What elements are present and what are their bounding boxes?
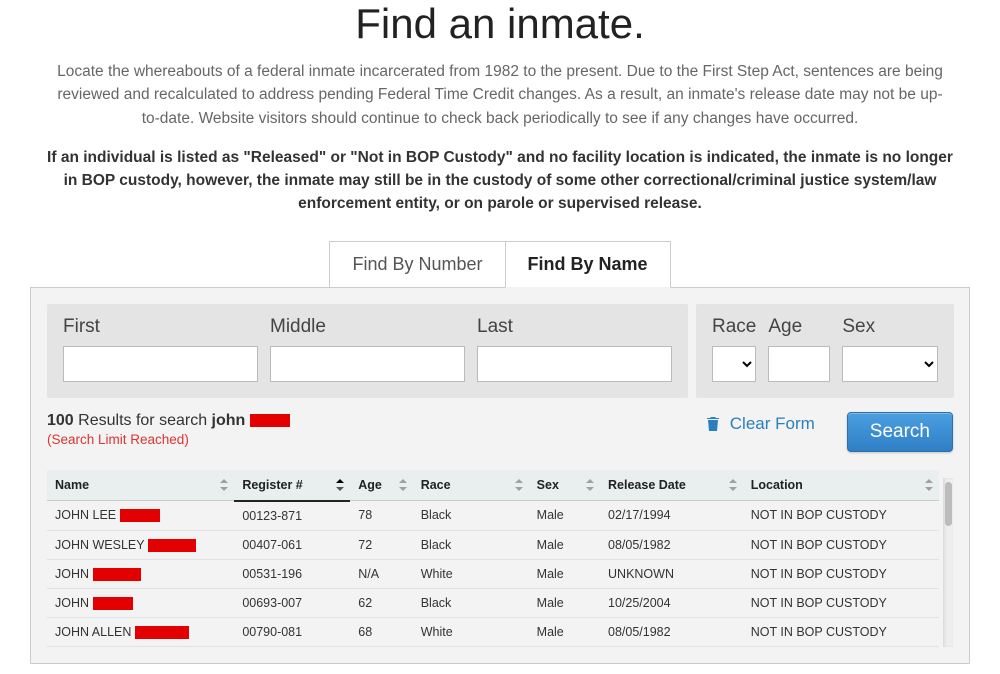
search-tabs: Find By Number Find By Name <box>30 240 970 287</box>
search-panel: First Middle Last Race <box>30 287 970 665</box>
cell-name: JOHN <box>47 559 234 588</box>
age-label: Age <box>768 316 830 338</box>
cell-sex: Male <box>529 501 600 531</box>
race-select[interactable] <box>712 346 756 382</box>
cell-race: Black <box>413 588 529 617</box>
sort-icon <box>925 479 933 491</box>
intro-text: Locate the whereabouts of a federal inma… <box>50 60 950 130</box>
redacted-text-icon <box>148 539 196 552</box>
sort-icon <box>586 479 594 491</box>
cell-sex: Male <box>529 530 600 559</box>
results-summary: 100 Results for search john <box>47 412 290 430</box>
cell-register: 00123-871 <box>234 501 350 531</box>
cell-register: 00407-061 <box>234 530 350 559</box>
demo-filter-group: Race Age Sex <box>696 304 954 398</box>
cell-age: 72 <box>350 530 412 559</box>
table-scrollbar[interactable] <box>943 478 953 648</box>
cell-race: White <box>413 618 529 647</box>
search-term-first: john <box>212 412 246 429</box>
redacted-text-icon <box>120 509 160 522</box>
cell-location: NOT IN BOP CUSTODY <box>743 501 939 531</box>
search-limit-notice: (Search Limit Reached) <box>47 432 290 447</box>
cell-name: JOHN WESLEY <box>47 530 234 559</box>
cell-name: JOHN <box>47 588 234 617</box>
cell-age: 62 <box>350 588 412 617</box>
cell-location: NOT IN BOP CUSTODY <box>743 588 939 617</box>
tab-find-by-number[interactable]: Find By Number <box>329 241 505 288</box>
page-title: Find an inmate. <box>30 0 970 48</box>
name-filter-group: First Middle Last <box>47 304 688 398</box>
age-input[interactable] <box>768 346 830 382</box>
table-row[interactable]: JOHN WESLEY 00407-06172BlackMale08/05/19… <box>47 530 939 559</box>
sex-label: Sex <box>842 316 938 338</box>
cell-release: 02/17/1994 <box>600 501 743 531</box>
cell-sex: Male <box>529 588 600 617</box>
table-row[interactable]: JOHN ALLEN 00790-08168WhiteMale08/05/198… <box>47 618 939 647</box>
cell-release: 10/25/2004 <box>600 588 743 617</box>
cell-race: Black <box>413 501 529 531</box>
cell-release: 08/05/1982 <box>600 618 743 647</box>
cell-sex: Male <box>529 618 600 647</box>
clear-form-button[interactable]: Clear Form <box>706 414 815 434</box>
middle-label: Middle <box>270 316 465 338</box>
sort-icon <box>220 479 228 491</box>
table-row[interactable]: JOHN LEE 00123-87178BlackMale02/17/1994N… <box>47 501 939 531</box>
cell-location: NOT IN BOP CUSTODY <box>743 559 939 588</box>
sort-icon <box>399 479 407 491</box>
table-header-row: Name Register # Age Race Sex Release Dat… <box>47 470 939 501</box>
col-race[interactable]: Race <box>413 470 529 501</box>
cell-register: 00531-196 <box>234 559 350 588</box>
cell-age: 78 <box>350 501 412 531</box>
results-table-wrap: Name Register # Age Race Sex Release Dat… <box>47 470 953 648</box>
col-register[interactable]: Register # <box>234 470 350 501</box>
last-input[interactable] <box>477 346 672 382</box>
table-row[interactable]: JOHN 00531-196N/AWhiteMaleUNKNOWNNOT IN … <box>47 559 939 588</box>
cell-age: 68 <box>350 618 412 647</box>
cell-location: NOT IN BOP CUSTODY <box>743 530 939 559</box>
col-sex[interactable]: Sex <box>529 470 600 501</box>
redacted-text-icon <box>93 568 141 581</box>
cell-sex: Male <box>529 559 600 588</box>
cell-age: N/A <box>350 559 412 588</box>
cell-name: JOHN LEE <box>47 501 234 531</box>
results-for-label: Results for search <box>78 412 207 429</box>
race-label: Race <box>712 316 756 338</box>
results-count: 100 <box>47 412 74 429</box>
cell-release: UNKNOWN <box>600 559 743 588</box>
trash-icon <box>706 416 720 432</box>
custody-notice: If an individual is listed as "Released"… <box>40 146 960 216</box>
cell-register: 00693-007 <box>234 588 350 617</box>
sort-icon <box>515 479 523 491</box>
col-age[interactable]: Age <box>350 470 412 501</box>
redacted-text-icon <box>93 597 133 610</box>
sex-select[interactable] <box>842 346 938 382</box>
col-release[interactable]: Release Date <box>600 470 743 501</box>
clear-form-label: Clear Form <box>730 414 815 434</box>
sort-icon <box>729 479 737 491</box>
table-row[interactable]: JOHN 00693-00762BlackMale10/25/2004NOT I… <box>47 588 939 617</box>
middle-input[interactable] <box>270 346 465 382</box>
cell-location: NOT IN BOP CUSTODY <box>743 618 939 647</box>
cell-race: Black <box>413 530 529 559</box>
redacted-lastname-icon <box>250 414 290 427</box>
tab-find-by-name[interactable]: Find By Name <box>505 241 671 288</box>
cell-register: 00790-081 <box>234 618 350 647</box>
last-label: Last <box>477 316 672 338</box>
first-label: First <box>63 316 258 338</box>
redacted-text-icon <box>135 626 189 639</box>
search-button[interactable]: Search <box>847 412 953 452</box>
first-input[interactable] <box>63 346 258 382</box>
cell-name: JOHN ALLEN <box>47 618 234 647</box>
cell-release: 08/05/1982 <box>600 530 743 559</box>
scroll-thumb[interactable] <box>945 482 952 526</box>
results-table: Name Register # Age Race Sex Release Dat… <box>47 470 939 648</box>
sort-icon <box>336 479 344 491</box>
col-location[interactable]: Location <box>743 470 939 501</box>
cell-race: White <box>413 559 529 588</box>
col-name[interactable]: Name <box>47 470 234 501</box>
